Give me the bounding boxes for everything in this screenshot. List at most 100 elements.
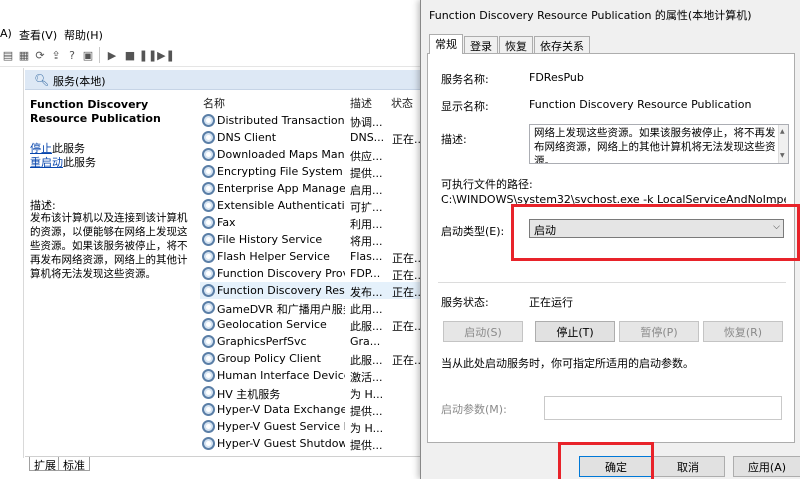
selected-service-name: Function Discovery Resource Publication — [30, 98, 161, 125]
pause-icon[interactable]: ❚❚ — [139, 47, 157, 63]
service-gear-icon — [202, 216, 215, 229]
restart-service-link[interactable]: 重启动 — [30, 156, 63, 169]
display-name-value: Function Discovery Resource Publication — [529, 98, 752, 111]
table-row[interactable]: Hyper-V Guest Shutdown... 提供... — [200, 435, 430, 452]
cancel-button[interactable]: 取消 — [651, 456, 725, 477]
service-gear-icon — [202, 335, 215, 348]
start-params-hint: 当从此处启动服务时，你可指定所适用的启动参数。 — [441, 357, 694, 370]
tab-standard[interactable]: 标准 — [58, 457, 90, 472]
description-field[interactable]: 网络上发现这些资源。如果该服务被停止，将不再发布网络资源，网络上的其他计算机将无… — [529, 124, 789, 164]
service-gear-icon — [202, 301, 215, 314]
service-gear-icon — [202, 114, 215, 127]
column-header-status[interactable]: 状态 — [391, 95, 413, 111]
column-header-name[interactable]: 名称 — [203, 95, 225, 111]
table-row[interactable]: Distributed Transaction C... 协调... — [200, 112, 430, 129]
dialog-tabs: 常规 登录 恢复 依存关系 — [427, 34, 797, 54]
service-description-cell: 供应... — [350, 150, 383, 163]
table-row[interactable]: Geolocation Service 此服... 正在... — [200, 316, 430, 333]
service-gear-icon — [202, 267, 215, 280]
table-row[interactable]: Enterprise App Manage... 启用... — [200, 180, 430, 197]
description-text: 发布该计算机以及连接到该计算机的资源，以便能够在网络上发现这些资源。如果该服务被… — [30, 212, 188, 280]
navigation-tree[interactable] — [0, 68, 24, 458]
description-pane: Function Discovery Resource Publication … — [25, 91, 195, 456]
bottom-view-tabs: 扩展 标准 — [25, 456, 430, 479]
service-gear-icon — [202, 182, 215, 195]
table-row[interactable]: DNS Client DNS... 正在... — [200, 129, 430, 146]
start-params-label: 启动参数(M): — [441, 403, 507, 416]
console-icon[interactable]: ▣ — [80, 47, 96, 63]
service-name-cell: HV 主机服务 — [217, 388, 281, 401]
play-icon[interactable]: ▶ — [104, 47, 120, 63]
tab-logon[interactable]: 登录 — [464, 36, 498, 53]
service-name-cell: Geolocation Service — [217, 318, 327, 331]
service-description-cell: FDP... — [350, 267, 381, 280]
stop-button[interactable]: 停止(T) — [535, 321, 615, 342]
refresh-icon[interactable]: ⟳ — [32, 47, 48, 63]
table-row[interactable]: Function Discovery Reso...发布...正在... — [200, 282, 430, 299]
table-row[interactable]: HV 主机服务 为 H... — [200, 384, 430, 401]
service-description-cell: 启用... — [350, 184, 383, 197]
table-row[interactable]: Group Policy Client 此服... 正在... — [200, 350, 430, 367]
service-name-value: FDResPub — [529, 71, 584, 84]
tab-general[interactable]: 常规 — [429, 34, 463, 54]
table-row[interactable]: Function Discovery Provi...FDP...正在... — [200, 265, 430, 282]
service-description-cell: 提供... — [350, 439, 383, 452]
stop-icon[interactable]: ■ — [122, 47, 138, 63]
service-name-cell: Enterprise App Manage... — [217, 182, 345, 195]
table-row[interactable]: Fax 利用... — [200, 214, 430, 231]
service-gear-icon — [202, 148, 215, 161]
pause-button[interactable]: 暂停(P) — [619, 321, 699, 342]
table-row[interactable]: Hyper-V Data Exchange ... 提供... — [200, 401, 430, 418]
properties-icon[interactable]: ▦ — [16, 47, 32, 63]
exe-path-label: 可执行文件的路径: — [441, 178, 533, 191]
service-gear-icon — [202, 386, 215, 399]
apply-button[interactable]: 应用(A) — [733, 456, 800, 477]
table-row[interactable]: File History Service 将用... — [200, 231, 430, 248]
restart-service-row: 重启动此服务 — [30, 154, 96, 170]
service-description-cell: DNS... — [350, 131, 385, 144]
menu-action[interactable]: A) — [0, 27, 12, 40]
table-row[interactable]: Extensible Authenticati... 可扩... — [200, 197, 430, 214]
show-hide-tree-icon[interactable]: ▤ — [0, 47, 16, 63]
description-scrollbar[interactable] — [778, 125, 788, 163]
service-name-cell: Fax — [217, 216, 236, 229]
service-description-cell: Gra... — [350, 335, 381, 348]
table-row[interactable]: Flash Helper Service Flas... 正在... — [200, 248, 430, 265]
restart-icon[interactable]: ▶❚ — [157, 47, 175, 63]
service-name-cell: Encrypting File System (E... — [217, 165, 345, 178]
export-icon[interactable]: ⇪ — [48, 47, 64, 63]
table-row[interactable]: Downloaded Maps Man... 供应... — [200, 146, 430, 163]
table-row[interactable]: Encrypting File System (E... 提供... — [200, 163, 430, 180]
tab-extended[interactable]: 扩展 — [29, 457, 61, 472]
restart-service-suffix: 此服务 — [63, 156, 96, 169]
service-name-cell: Extensible Authenticati... — [217, 199, 345, 212]
menu-view[interactable]: 查看(V) — [19, 27, 57, 43]
resume-button[interactable]: 恢复(R) — [703, 321, 783, 342]
help-icon[interactable]: ? — [64, 47, 80, 63]
service-name-cell: Function Discovery Reso... — [217, 284, 345, 297]
service-gear-icon — [202, 199, 215, 212]
table-row[interactable]: GraphicsPerfSvc Gra... — [200, 333, 430, 350]
service-name-cell: DNS Client — [217, 131, 277, 144]
description-field-label: 描述: — [441, 133, 467, 146]
table-row[interactable]: Human Interface Device ... 激活... — [200, 367, 430, 384]
start-params-input[interactable] — [544, 396, 782, 420]
service-description-cell: Flas... — [350, 250, 383, 263]
properties-dialog: Function Discovery Resource Publication … — [420, 0, 800, 479]
start-button[interactable]: 启动(S) — [443, 321, 523, 342]
divider — [438, 282, 786, 283]
service-gear-icon — [202, 284, 215, 297]
dialog-title: Function Discovery Resource Publication … — [429, 9, 752, 22]
menu-help[interactable]: 帮助(H) — [64, 27, 103, 43]
table-row[interactable]: Hyper-V Guest Service In... 为 H... — [200, 418, 430, 435]
service-name-cell: Hyper-V Data Exchange ... — [217, 403, 345, 416]
description-field-text: 网络上发现这些资源。如果该服务被停止，将不再发布网络资源，网络上的其他计算机将无… — [534, 127, 776, 164]
service-gear-icon — [202, 318, 215, 331]
column-header-description[interactable]: 描述 — [350, 95, 372, 111]
menu-bar: A) 查看(V) 帮助(H) — [0, 24, 430, 43]
table-row[interactable]: GameDVR 和广播用户服务... 此用... — [200, 299, 430, 316]
service-gear-icon — [202, 131, 215, 144]
service-gear-icon — [202, 352, 215, 365]
tab-dependencies[interactable]: 依存关系 — [534, 36, 590, 53]
tab-recovery[interactable]: 恢复 — [499, 36, 533, 53]
